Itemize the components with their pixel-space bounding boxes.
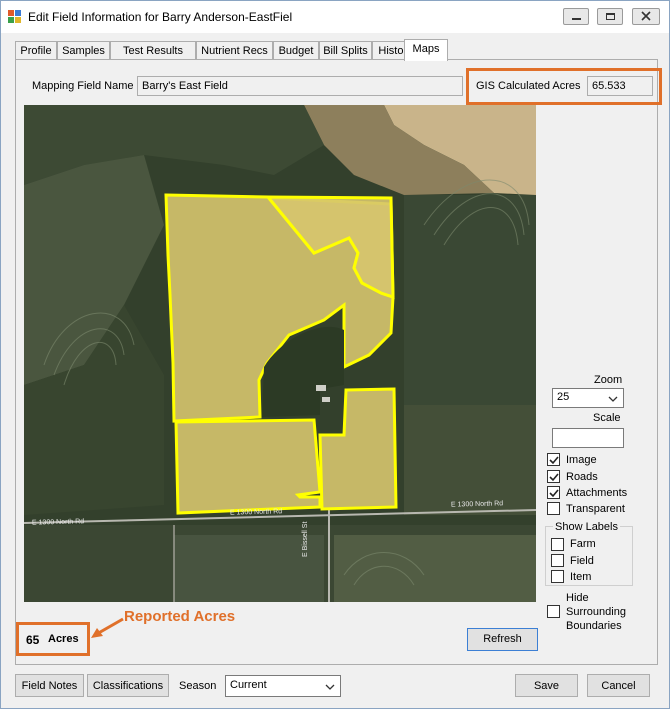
season-label: Season	[179, 680, 217, 692]
maximize-button[interactable]	[597, 8, 623, 25]
satellite-map[interactable]: E 1300 North Rd E 1300 North Rd E 1300 N…	[24, 105, 536, 602]
maximize-icon	[606, 13, 615, 20]
field-checkbox[interactable]	[551, 554, 564, 567]
tab-label: Nutrient Recs	[201, 45, 268, 57]
annotation-arrow-icon	[91, 617, 124, 638]
reported-acres-annotation: Reported Acres	[124, 608, 236, 625]
window-title: Edit Field Information for Barry Anderso…	[28, 10, 293, 24]
refresh-button[interactable]: Refresh	[467, 628, 538, 651]
attachments-label: Attachments	[566, 487, 628, 499]
app-icon	[8, 10, 21, 23]
hide-surrounding-checkbox[interactable]	[547, 605, 560, 618]
road-label-left: E 1300 North Rd	[31, 518, 85, 527]
scale-input[interactable]	[552, 428, 624, 448]
farm-label: Farm	[570, 538, 596, 550]
minimize-button[interactable]	[563, 8, 589, 25]
tab-profile[interactable]: Profile	[15, 41, 57, 60]
title-bar: Edit Field Information for Barry Anderso…	[1, 1, 669, 33]
scale-label: Scale	[593, 412, 621, 424]
tab-samples[interactable]: Samples	[57, 41, 110, 60]
season-value: Current	[230, 679, 267, 691]
zoom-label: Zoom	[594, 374, 623, 386]
gis-calculated-acres-label: GIS Calculated Acres	[476, 80, 581, 92]
roads-label: Roads	[566, 471, 598, 483]
edit-field-window: Edit Field Information for Barry Anderso…	[0, 0, 670, 709]
transparent-checkbox[interactable]	[547, 502, 560, 515]
season-dropdown[interactable]: Current	[225, 675, 341, 697]
checkmark-icon	[549, 489, 559, 498]
hide-label: Hide	[566, 592, 589, 604]
item-label: Item	[570, 571, 592, 583]
mapping-field-name-label: Mapping Field Name	[32, 80, 134, 92]
reported-acres-number: 65	[26, 633, 40, 647]
tab-label: Samples	[62, 45, 105, 57]
cancel-button[interactable]: Cancel	[587, 674, 650, 697]
road-label-mid: E 1300 North Rd	[229, 508, 283, 517]
farm-checkbox[interactable]	[551, 538, 564, 551]
attachments-checkbox[interactable]	[547, 486, 560, 499]
field-notes-button[interactable]: Field Notes	[15, 674, 84, 697]
map-image	[24, 105, 536, 602]
boundaries-label: Boundaries	[566, 620, 622, 632]
classifications-button[interactable]: Classifications	[87, 674, 169, 697]
road-label-right: E 1300 North Rd	[450, 500, 504, 509]
tab-label: Test Results	[123, 45, 183, 57]
minimize-icon	[572, 18, 581, 20]
zoom-dropdown[interactable]: 25	[552, 388, 624, 408]
road-label-vertical: E Bissell St	[302, 521, 309, 557]
close-button[interactable]	[632, 8, 660, 25]
mapping-field-name-input[interactable]: Barry's East Field	[137, 76, 463, 96]
tab-label: Bill Splits	[323, 45, 368, 57]
surrounding-label: Surrounding	[566, 606, 626, 618]
tab-budget[interactable]: Budget	[273, 41, 319, 60]
checkmark-icon	[549, 473, 559, 482]
roads-checkbox[interactable]	[547, 470, 560, 483]
tab-maps[interactable]: Maps	[404, 39, 448, 61]
item-checkbox[interactable]	[551, 570, 564, 583]
image-checkbox[interactable]	[547, 453, 560, 466]
checkmark-icon	[549, 456, 559, 465]
image-label: Image	[566, 454, 597, 466]
field-label: Field	[570, 555, 594, 567]
save-button[interactable]: Save	[515, 674, 578, 697]
chevron-down-icon	[325, 684, 335, 690]
tab-label: Maps	[412, 43, 440, 55]
tab-label: Budget	[278, 45, 314, 57]
gis-calculated-acres-value: 65.533	[587, 76, 653, 96]
tab-nutrient-recs[interactable]: Nutrient Recs	[196, 41, 273, 60]
chevron-down-icon	[608, 396, 618, 402]
tab-test-results[interactable]: Test Results	[110, 41, 196, 60]
tab-bill-splits[interactable]: Bill Splits	[319, 41, 372, 60]
zoom-value: 25	[557, 391, 570, 403]
tab-label: Profile	[20, 45, 52, 57]
show-labels-title: Show Labels	[553, 521, 620, 533]
transparent-label: Transparent	[566, 503, 625, 515]
reported-acres-unit: Acres	[48, 633, 79, 645]
close-icon	[641, 11, 651, 21]
